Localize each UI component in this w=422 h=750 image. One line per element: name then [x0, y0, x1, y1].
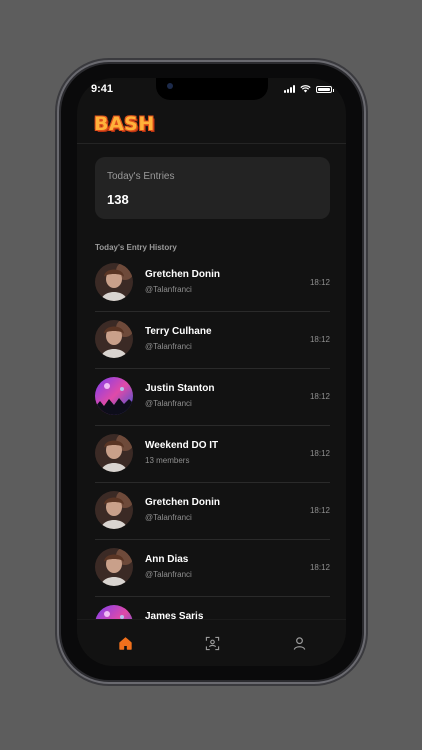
- avatar: [95, 320, 133, 358]
- cellular-signal-icon: [284, 85, 295, 93]
- bottom-tab-bar: [77, 619, 346, 666]
- app-screen: 9:41 BASH Today's Entries 138 Today's En…: [77, 78, 346, 666]
- entry-name: Ann Dias: [145, 554, 189, 565]
- scan-icon: [205, 636, 219, 650]
- entry-time: 18:12: [309, 506, 330, 515]
- battery-icon: [316, 85, 334, 93]
- profile-icon: [293, 636, 305, 650]
- status-bar: 9:41: [77, 78, 346, 102]
- entry-time: 18:12: [309, 563, 330, 572]
- header-divider: [77, 143, 346, 144]
- todays-entries-label: Today's Entries: [107, 171, 175, 182]
- entry-time: 18:12: [309, 449, 330, 458]
- tab-scan[interactable]: [202, 633, 222, 653]
- todays-entries-count: 138: [107, 192, 129, 207]
- list-item[interactable]: Ann Dias @Talanfranci 18:12: [95, 540, 330, 597]
- entry-history-title: Today's Entry History: [95, 243, 177, 252]
- entry-handle: @Talanfranci: [145, 513, 192, 522]
- avatar: [95, 377, 133, 415]
- avatar: [95, 434, 133, 472]
- tab-home[interactable]: [115, 633, 135, 653]
- list-item[interactable]: Terry Culhane @Talanfranci 18:12: [95, 312, 330, 369]
- avatar: [95, 491, 133, 529]
- entry-handle: @Talanfranci: [145, 570, 192, 579]
- wifi-icon: [300, 85, 311, 93]
- list-item[interactable]: Gretchen Donin @Talanfranci 18:12: [95, 483, 330, 540]
- avatar: [95, 548, 133, 586]
- entry-name: Gretchen Donin: [145, 497, 221, 508]
- entry-time: 18:12: [309, 392, 330, 401]
- app-logo: BASH: [94, 113, 155, 135]
- entry-name: Weekend DO IT: [145, 440, 219, 451]
- entry-name: Justin Stanton: [145, 383, 215, 394]
- entry-name: Terry Culhane: [145, 326, 212, 337]
- tab-profile[interactable]: [289, 633, 309, 653]
- entry-time: 18:12: [309, 278, 330, 287]
- list-item[interactable]: Weekend DO IT 13 members 18:12: [95, 426, 330, 483]
- entry-handle: @Talanfranci: [145, 342, 192, 351]
- list-item[interactable]: Gretchen Donin @Talanfranci 18:12: [95, 255, 330, 312]
- entry-history-list: Gretchen Donin @Talanfranci 18:12 Terry Cul…: [95, 255, 330, 653]
- avatar: [95, 263, 133, 301]
- todays-entries-card: Today's Entries 138: [95, 157, 330, 219]
- entry-handle: @Talanfranci: [145, 285, 192, 294]
- status-time: 9:41: [91, 83, 114, 95]
- entry-time: 18:12: [309, 335, 330, 344]
- list-item[interactable]: Justin Stanton @Talanfranci 18:12: [95, 369, 330, 426]
- entry-handle: 13 members: [145, 456, 190, 465]
- entry-handle: @Talanfranci: [145, 399, 192, 408]
- entry-name: Gretchen Donin: [145, 269, 221, 280]
- home-icon: [118, 636, 132, 650]
